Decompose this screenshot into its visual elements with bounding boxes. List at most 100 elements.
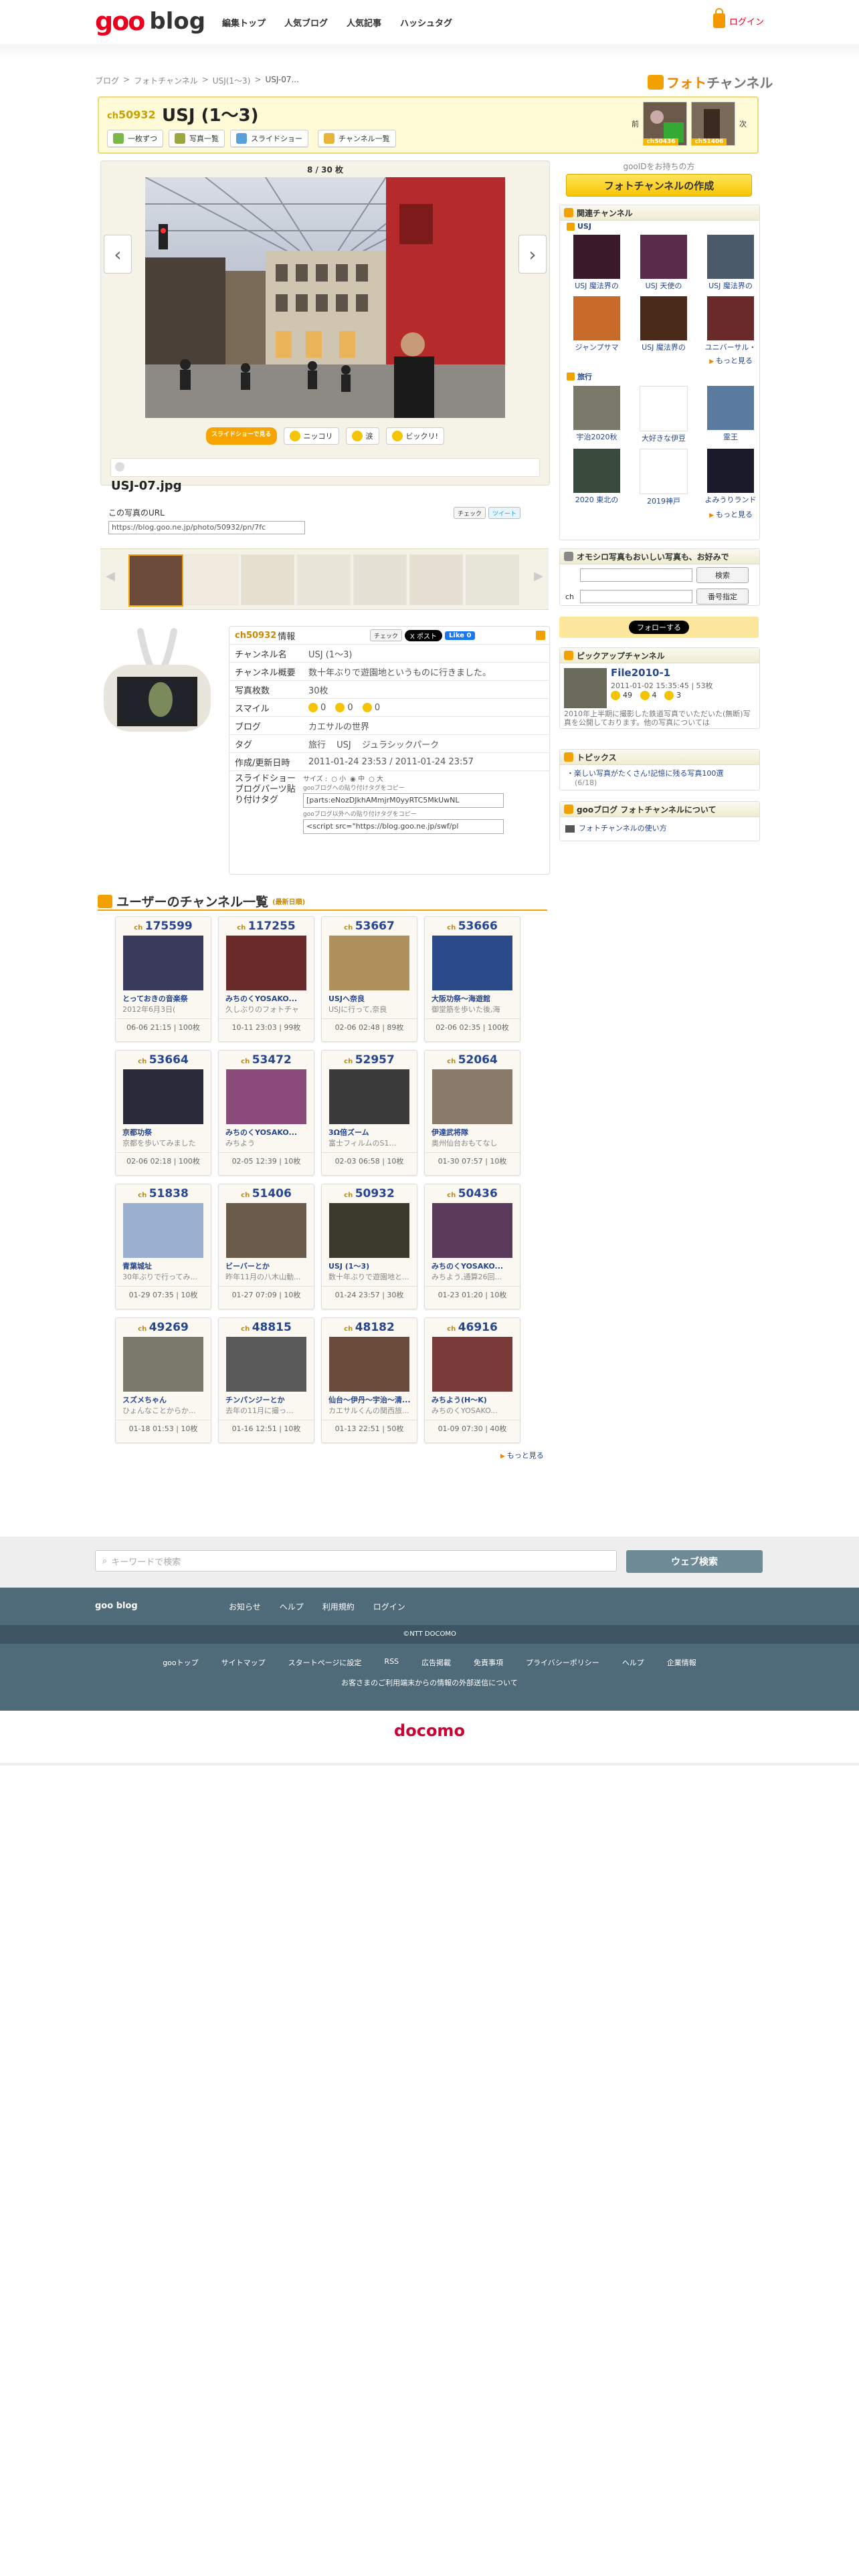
nav-edit-top[interactable]: 編集トップ	[222, 16, 266, 29]
card-title[interactable]: 3Ω倍ズーム	[322, 1127, 417, 1138]
tag-link[interactable]: USJ	[337, 740, 351, 750]
slideshow-start-badge[interactable]: スライドショーで見る	[206, 427, 277, 445]
footer-link[interactable]: スタートページに設定	[288, 1657, 362, 1668]
footer-help[interactable]: ヘルプ	[280, 1601, 304, 1612]
card-title[interactable]: 伊達武将隊	[425, 1127, 520, 1138]
card-title[interactable]: 大阪功祭〜海遊館	[425, 993, 520, 1004]
strip-thumb[interactable]	[409, 554, 463, 605]
strip-thumb[interactable]	[241, 554, 294, 605]
channel-card[interactable]: ch 53667 USJへ奈良 USJに行って,奈良 02-06 02:48 | 89…	[321, 916, 417, 1042]
card-title[interactable]: USJ (1〜3)	[322, 1261, 417, 1271]
footer-link[interactable]: 広告掲載	[421, 1657, 451, 1668]
channel-card[interactable]: ch 117255 みちのくYOSAKO... 久しぶりのフォトチャ 10-11 23…	[218, 916, 314, 1042]
strip-thumb[interactable]	[297, 554, 351, 605]
strip-thumb[interactable]	[353, 554, 407, 605]
footer-link[interactable]: サイトマップ	[221, 1657, 266, 1668]
card-thumb[interactable]	[329, 1337, 409, 1392]
next-photo-button[interactable]: ›	[518, 235, 547, 274]
card-title[interactable]: 青葉城址	[116, 1261, 211, 1271]
related-item[interactable]: ジャンプサマ	[567, 296, 627, 352]
slideshow-button[interactable]: スライドショー	[230, 130, 308, 147]
x-follow-button[interactable]: フォローする	[629, 621, 689, 634]
goo-blog-logo[interactable]: goo blog	[95, 7, 205, 36]
channel-search-input[interactable]	[580, 568, 692, 582]
one-by-one-button[interactable]: 一枚ずつ	[107, 130, 163, 147]
photo-url-input[interactable]: https://blog.goo.ne.jp/photo/50932/pn/7f…	[108, 521, 305, 534]
x-post-button[interactable]: X ポスト	[405, 629, 443, 641]
photo-list-button[interactable]: 写真一覧	[169, 130, 225, 147]
pickup-thumb[interactable]	[564, 668, 607, 708]
related-item[interactable]: 大好きな伊豆	[634, 386, 694, 443]
footer-search-input[interactable]: ⌕ キーワードで検索	[95, 1550, 617, 1572]
strip-thumb-current[interactable]	[128, 554, 183, 607]
search-button[interactable]: 検索	[696, 567, 749, 583]
channel-card[interactable]: ch 51406 ビーバーとか 昨年11月の八木山動... 01-27 07:09 |…	[218, 1184, 314, 1309]
breadcrumb-channel[interactable]: USJ(1〜3)	[213, 75, 251, 86]
card-thumb[interactable]	[226, 1069, 306, 1124]
blog-link[interactable]: カエサルの世界	[308, 718, 549, 734]
footer-link[interactable]: gooトップ	[163, 1657, 198, 1668]
user-channels-more[interactable]: もっと見る	[500, 1450, 544, 1461]
photo-channel-logo[interactable]: フォト チャンネル	[648, 72, 773, 92]
card-title[interactable]: スズメちゃん	[116, 1394, 211, 1405]
strip-thumb[interactable]	[185, 554, 238, 605]
channel-card[interactable]: ch 50436 みちのくYOSAKO... みちよう,通算26回... 01-23 …	[424, 1184, 520, 1309]
related-item[interactable]: USJ 魔法界の	[567, 235, 627, 291]
card-thumb[interactable]	[329, 936, 409, 990]
related-item[interactable]: USJ 魔法界の	[634, 296, 694, 352]
strip-prev-icon[interactable]: ◀	[106, 569, 115, 583]
channel-card[interactable]: ch 46916 みちよう(H〜K) みちのくYOSAKO... 01-09 07:3…	[424, 1317, 520, 1443]
tears-button[interactable]: 涙	[345, 427, 379, 445]
breadcrumb-photochannel[interactable]: フォトチャンネル	[134, 75, 198, 86]
check-button[interactable]: チェック	[454, 507, 486, 519]
card-thumb[interactable]	[432, 936, 512, 990]
card-thumb[interactable]	[226, 1337, 306, 1392]
card-thumb[interactable]	[123, 1203, 203, 1258]
card-title[interactable]: USJへ奈良	[322, 993, 417, 1004]
size-medium-radio[interactable]: ◉ 中	[350, 773, 365, 783]
card-title[interactable]: 京都功祭	[116, 1127, 211, 1138]
breadcrumb-blog[interactable]: ブログ	[95, 75, 119, 86]
card-thumb[interactable]	[226, 936, 306, 990]
tweet-button[interactable]: ツイート	[488, 507, 521, 519]
card-title[interactable]: ビーバーとか	[219, 1261, 314, 1271]
login-link[interactable]: ログイン	[712, 8, 764, 28]
nav-hashtag[interactable]: ハッシュタグ	[400, 16, 452, 29]
card-thumb[interactable]	[432, 1203, 512, 1258]
card-thumb[interactable]	[432, 1337, 512, 1392]
related-item[interactable]: USJ 天使の	[634, 235, 694, 291]
card-title[interactable]: みちよう(H〜K)	[425, 1394, 520, 1405]
make-channel-button[interactable]: フォトチャンネルの作成	[566, 174, 752, 197]
prev-channel-thumb[interactable]: ch50436	[643, 102, 687, 146]
footer-link[interactable]: RSS	[384, 1657, 399, 1668]
footer-login[interactable]: ログイン	[373, 1601, 405, 1612]
card-title[interactable]: 仙台〜伊丹〜宇治〜清...	[322, 1394, 417, 1405]
nav-popular-blogs[interactable]: 人気ブログ	[284, 16, 328, 29]
channel-card[interactable]: ch 48815 チンパンジーとか 去年の11月に撮っ... 01-16 12:51 …	[218, 1317, 314, 1443]
channel-card[interactable]: ch 52064 伊達武将隊 奥州仙台おもてなし 01-30 07:57 | 10枚	[424, 1050, 520, 1176]
card-title[interactable]: みちのくYOSAKO...	[219, 1127, 314, 1138]
main-photo[interactable]	[145, 177, 505, 418]
channel-card[interactable]: ch 53664 京都功祭 京都を歩いてみました 02-06 02:18 | 100枚	[115, 1050, 211, 1176]
card-title[interactable]: みちのくYOSAKO...	[425, 1261, 520, 1271]
card-title[interactable]: みちのくYOSAKO...	[219, 993, 314, 1004]
footer-link[interactable]: プライバシーポリシー	[526, 1657, 599, 1668]
other-embed-code[interactable]: <script src="https://blog.goo.ne.jp/swf/…	[303, 819, 504, 834]
channel-card[interactable]: ch 51838 青葉城址 30年ぶりで行ってみ... 01-29 07:35 | 1…	[115, 1184, 211, 1309]
footer-link[interactable]: 免責事項	[474, 1657, 503, 1668]
channel-card[interactable]: ch 53666 大阪功祭〜海遊館 御堂筋を歩いた後,海 02-06 02:35 | …	[424, 916, 520, 1042]
related-item[interactable]: 2020 東北の	[567, 449, 627, 506]
related-more-usj[interactable]: もっと見る	[560, 355, 759, 366]
card-thumb[interactable]	[123, 936, 203, 990]
related-item[interactable]: 霊王	[700, 386, 761, 443]
related-item[interactable]: USJ 魔法界の	[700, 235, 761, 291]
strip-next-icon[interactable]: ▶	[534, 569, 543, 583]
size-large-radio[interactable]: ○ 大	[369, 773, 383, 783]
footer-news[interactable]: お知らせ	[229, 1601, 261, 1612]
footer-notice[interactable]: お客さまのご利用端末からの情報の外部送信について	[0, 1677, 859, 1688]
prev-photo-button[interactable]: ‹	[104, 235, 132, 274]
about-link[interactable]: フォトチャンネルの使い方	[560, 817, 759, 839]
card-thumb[interactable]	[329, 1203, 409, 1258]
channel-card[interactable]: ch 48182 仙台〜伊丹〜宇治〜清... カエサルくんの関西旅... 01-13 …	[321, 1317, 417, 1443]
number-search-button[interactable]: 番号指定	[696, 588, 749, 605]
